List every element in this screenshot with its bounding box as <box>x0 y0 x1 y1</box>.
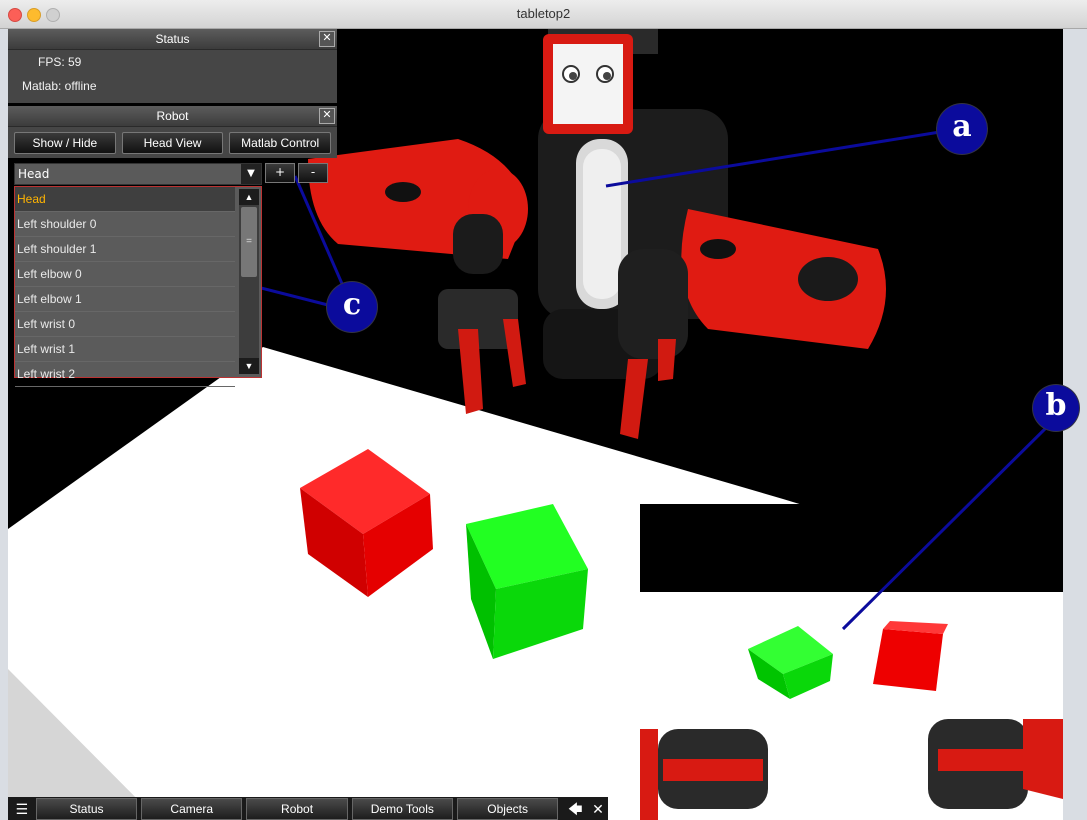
window-title: tabletop2 <box>516 6 571 21</box>
increment-button[interactable]: + <box>265 163 295 183</box>
chevron-down-icon[interactable]: ▼ <box>239 358 259 374</box>
title-bar: tabletop2 <box>0 0 1087 29</box>
robot-panel-title: Robot <box>156 109 189 123</box>
status-panel: Status ✕ FPS: 59 Matlab: offline <box>8 29 337 103</box>
toolbar-status-button[interactable]: Status <box>35 797 138 820</box>
toolbar-camera-button[interactable]: Camera <box>141 797 243 820</box>
chevron-up-icon[interactable]: ▲ <box>239 189 259 205</box>
callout-c: c <box>327 282 377 332</box>
list-item[interactable]: Left wrist 2 <box>15 362 235 387</box>
head-view-button[interactable]: Head View <box>121 132 224 154</box>
close-icon[interactable]: ✕ <box>319 31 335 47</box>
chevron-down-icon[interactable]: ▼ <box>241 164 261 184</box>
list-item[interactable]: Left elbow 1 <box>15 287 235 312</box>
matlab-control-button[interactable]: Matlab Control <box>229 132 332 154</box>
joint-dropdown-list: Head Left shoulder 0 Left shoulder 1 Lef… <box>14 186 262 387</box>
toolbar-robot-button[interactable]: Robot <box>246 797 348 820</box>
list-item[interactable]: Left elbow 0 <box>15 262 235 287</box>
scrollbar[interactable]: ▲ = ▼ <box>239 189 259 374</box>
list-item[interactable]: Head <box>15 187 235 212</box>
joint-select[interactable]: Head ▼ <box>14 163 262 185</box>
list-item[interactable]: Left shoulder 0 <box>15 212 235 237</box>
decrement-button[interactable]: - <box>298 163 328 183</box>
list-item[interactable]: Left wrist 0 <box>15 312 235 337</box>
joint-select-value: Head <box>18 167 50 181</box>
status-panel-title: Status <box>155 32 190 46</box>
close-icon[interactable]: ✕ <box>588 799 608 819</box>
robot-panel-header: Robot ✕ <box>8 106 337 127</box>
close-icon[interactable]: ✕ <box>319 108 335 124</box>
app-window: tabletop2 Status ✕ FPS: 59 Matlab: offli… <box>0 0 1087 820</box>
show-hide-button[interactable]: Show / Hide <box>14 132 116 154</box>
arrow-left-icon[interactable]: 🡄 <box>565 799 585 819</box>
toolbar-objects-button[interactable]: Objects <box>456 797 559 820</box>
callout-a: a <box>937 104 987 154</box>
fps-readout: FPS: 59 <box>38 55 82 69</box>
list-item[interactable]: Left wrist 1 <box>15 337 235 362</box>
status-panel-header: Status ✕ <box>8 29 337 50</box>
toolbar-demo-tools-button[interactable]: Demo Tools <box>351 797 453 820</box>
robot-panel: Robot ✕ Show / Hide Head View Matlab Con… <box>8 106 337 158</box>
scrollbar-thumb[interactable]: = <box>241 207 257 277</box>
matlab-status: Matlab: offline <box>22 79 97 93</box>
menu-icon[interactable]: ☰ <box>11 799 33 819</box>
bottom-toolbar: ☰ Status Camera Robot Demo Tools Objects… <box>8 797 608 820</box>
callout-b: b <box>1033 385 1079 431</box>
list-item[interactable]: Left shoulder 1 <box>15 237 235 262</box>
robot-button-row: Show / Hide Head View Matlab Control <box>8 127 337 159</box>
